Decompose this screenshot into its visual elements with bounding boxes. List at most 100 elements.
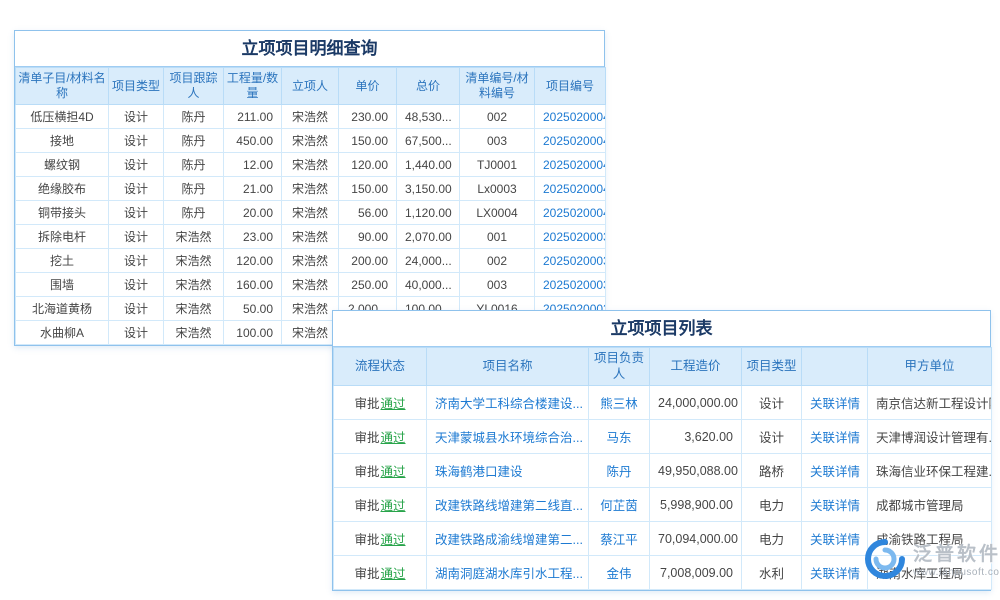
column-header: 项目名称 [427, 348, 589, 386]
project-type-cell: 设计 [109, 129, 164, 153]
unit-price-cell: 250.00 [339, 273, 397, 297]
project-leader-cell: 金伟 [589, 556, 650, 590]
project-leader-link[interactable]: 何芷茵 [600, 499, 638, 513]
flow-status-cell: 审批通过 [334, 522, 427, 556]
project-leader-cell: 熊三林 [589, 386, 650, 420]
flow-status-cell: 审批通过 [334, 488, 427, 522]
project-type-cell: 设计 [109, 249, 164, 273]
project-leader-link[interactable]: 陈丹 [606, 465, 631, 479]
project-no-link[interactable]: 2025020003 [543, 278, 606, 292]
status-pass-link[interactable]: 通过 [381, 533, 406, 547]
column-header: 单价 [339, 68, 397, 105]
project-cost-cell: 3,620.00 [650, 420, 742, 454]
watermark-brand: 泛普软件 [913, 544, 1000, 567]
status-pass-link[interactable]: 通过 [381, 465, 406, 479]
initiator-cell: 宋浩然 [282, 129, 339, 153]
project-no-cell: 2025020004 [535, 201, 606, 225]
project-leader-cell: 何芷茵 [589, 488, 650, 522]
table-row: 挖土设计宋浩然120.00宋浩然200.0024,000...002202502… [16, 249, 606, 273]
project-type-cell: 设计 [109, 105, 164, 129]
project-leader-cell: 陈丹 [589, 454, 650, 488]
project-leader-link[interactable]: 金伟 [606, 567, 631, 581]
initiator-cell: 宋浩然 [282, 273, 339, 297]
related-detail-link[interactable]: 关联详情 [810, 567, 860, 581]
project-name-cell: 改建铁路线增建第二线直... [427, 488, 589, 522]
column-header [802, 348, 868, 386]
quantity-cell: 23.00 [224, 225, 282, 249]
table-row: 审批通过天津蒙城县水环境综合治...马东3,620.00设计关联详情天津博润设计… [334, 420, 992, 454]
initiator-cell: 宋浩然 [282, 177, 339, 201]
status-text: 审批 [354, 533, 379, 547]
related-detail-link[interactable]: 关联详情 [810, 533, 860, 547]
related-detail-link[interactable]: 关联详情 [810, 499, 860, 513]
project-no-link[interactable]: 2025020004 [543, 158, 606, 172]
quantity-cell: 50.00 [224, 297, 282, 321]
project-name-link[interactable]: 珠海鹤港口建设 [435, 465, 523, 479]
list-code-cell: 001 [460, 225, 535, 249]
project-type-cell: 设计 [742, 420, 802, 454]
column-header: 项目类型 [742, 348, 802, 386]
project-no-link[interactable]: 2025020004 [543, 206, 606, 220]
tracker-cell: 宋浩然 [164, 321, 224, 345]
column-header: 项目跟踪人 [164, 68, 224, 105]
list-code-cell: 003 [460, 273, 535, 297]
initiator-cell: 宋浩然 [282, 321, 339, 345]
status-pass-link[interactable]: 通过 [381, 431, 406, 445]
column-header: 项目类型 [109, 68, 164, 105]
status-text: 审批 [354, 397, 379, 411]
quantity-cell: 21.00 [224, 177, 282, 201]
related-detail-link[interactable]: 关联详情 [810, 397, 860, 411]
flow-status-cell: 审批通过 [334, 556, 427, 590]
project-name-link[interactable]: 改建铁路线增建第二线直... [435, 499, 583, 513]
project-no-cell: 2025020004 [535, 153, 606, 177]
table-row: 审批通过改建铁路线增建第二线直...何芷茵5,998,900.00电力关联详情成… [334, 488, 992, 522]
project-name-link[interactable]: 济南大学工科综合楼建设... [435, 397, 583, 411]
material-name-cell: 螺纹钢 [16, 153, 109, 177]
column-header: 项目编号 [535, 68, 606, 105]
project-name-link[interactable]: 改建铁路成渝线增建第二... [435, 533, 583, 547]
list-code-cell: LX0004 [460, 201, 535, 225]
project-no-link[interactable]: 2025020003 [543, 230, 606, 244]
project-type-cell: 设计 [109, 297, 164, 321]
project-name-link[interactable]: 天津蒙城县水环境综合治... [435, 431, 583, 445]
status-pass-link[interactable]: 通过 [381, 397, 406, 411]
quantity-cell: 160.00 [224, 273, 282, 297]
flow-status-cell: 审批通过 [334, 386, 427, 420]
flow-status-cell: 审批通过 [334, 454, 427, 488]
unit-price-cell: 56.00 [339, 201, 397, 225]
status-pass-link[interactable]: 通过 [381, 499, 406, 513]
table-row: 拆除电杆设计宋浩然23.00宋浩然90.002,070.000012025020… [16, 225, 606, 249]
project-type-cell: 设计 [109, 225, 164, 249]
related-detail-link[interactable]: 关联详情 [810, 431, 860, 445]
project-no-cell: 2025020003 [535, 225, 606, 249]
status-pass-link[interactable]: 通过 [381, 567, 406, 581]
unit-price-cell: 150.00 [339, 177, 397, 201]
detail-header-row: 清单子目/材料名称项目类型项目跟踪人工程量/数量立项人单价总价清单编号/材料编号… [16, 68, 606, 105]
project-cost-cell: 7,008,009.00 [650, 556, 742, 590]
project-no-link[interactable]: 2025020003 [543, 254, 606, 268]
related-detail-cell: 关联详情 [802, 454, 868, 488]
project-no-cell: 2025020003 [535, 273, 606, 297]
total-price-cell: 67,500... [397, 129, 460, 153]
project-type-cell: 设计 [109, 321, 164, 345]
list-header-row: 流程状态项目名称项目负责人工程造价项目类型甲方单位 [334, 348, 992, 386]
material-name-cell: 绝缘胶布 [16, 177, 109, 201]
project-no-link[interactable]: 2025020004 [543, 134, 606, 148]
project-no-link[interactable]: 2025020004 [543, 182, 606, 196]
project-leader-link[interactable]: 蔡江平 [600, 533, 638, 547]
table-row: 接地设计陈丹450.00宋浩然150.0067,500...0032025020… [16, 129, 606, 153]
project-name-link[interactable]: 湖南洞庭湖水库引水工程... [435, 567, 583, 581]
unit-price-cell: 120.00 [339, 153, 397, 177]
project-leader-link[interactable]: 马东 [606, 431, 631, 445]
related-detail-cell: 关联详情 [802, 556, 868, 590]
related-detail-cell: 关联详情 [802, 420, 868, 454]
project-no-cell: 2025020004 [535, 105, 606, 129]
project-no-link[interactable]: 2025020004 [543, 110, 606, 124]
column-header: 项目负责人 [589, 348, 650, 386]
table-row: 铜带接头设计陈丹20.00宋浩然56.001,120.00LX000420250… [16, 201, 606, 225]
project-leader-link[interactable]: 熊三林 [600, 397, 638, 411]
related-detail-link[interactable]: 关联详情 [810, 465, 860, 479]
status-text: 审批 [354, 465, 379, 479]
list-code-cell: TJ0001 [460, 153, 535, 177]
column-header: 甲方单位 [868, 348, 992, 386]
